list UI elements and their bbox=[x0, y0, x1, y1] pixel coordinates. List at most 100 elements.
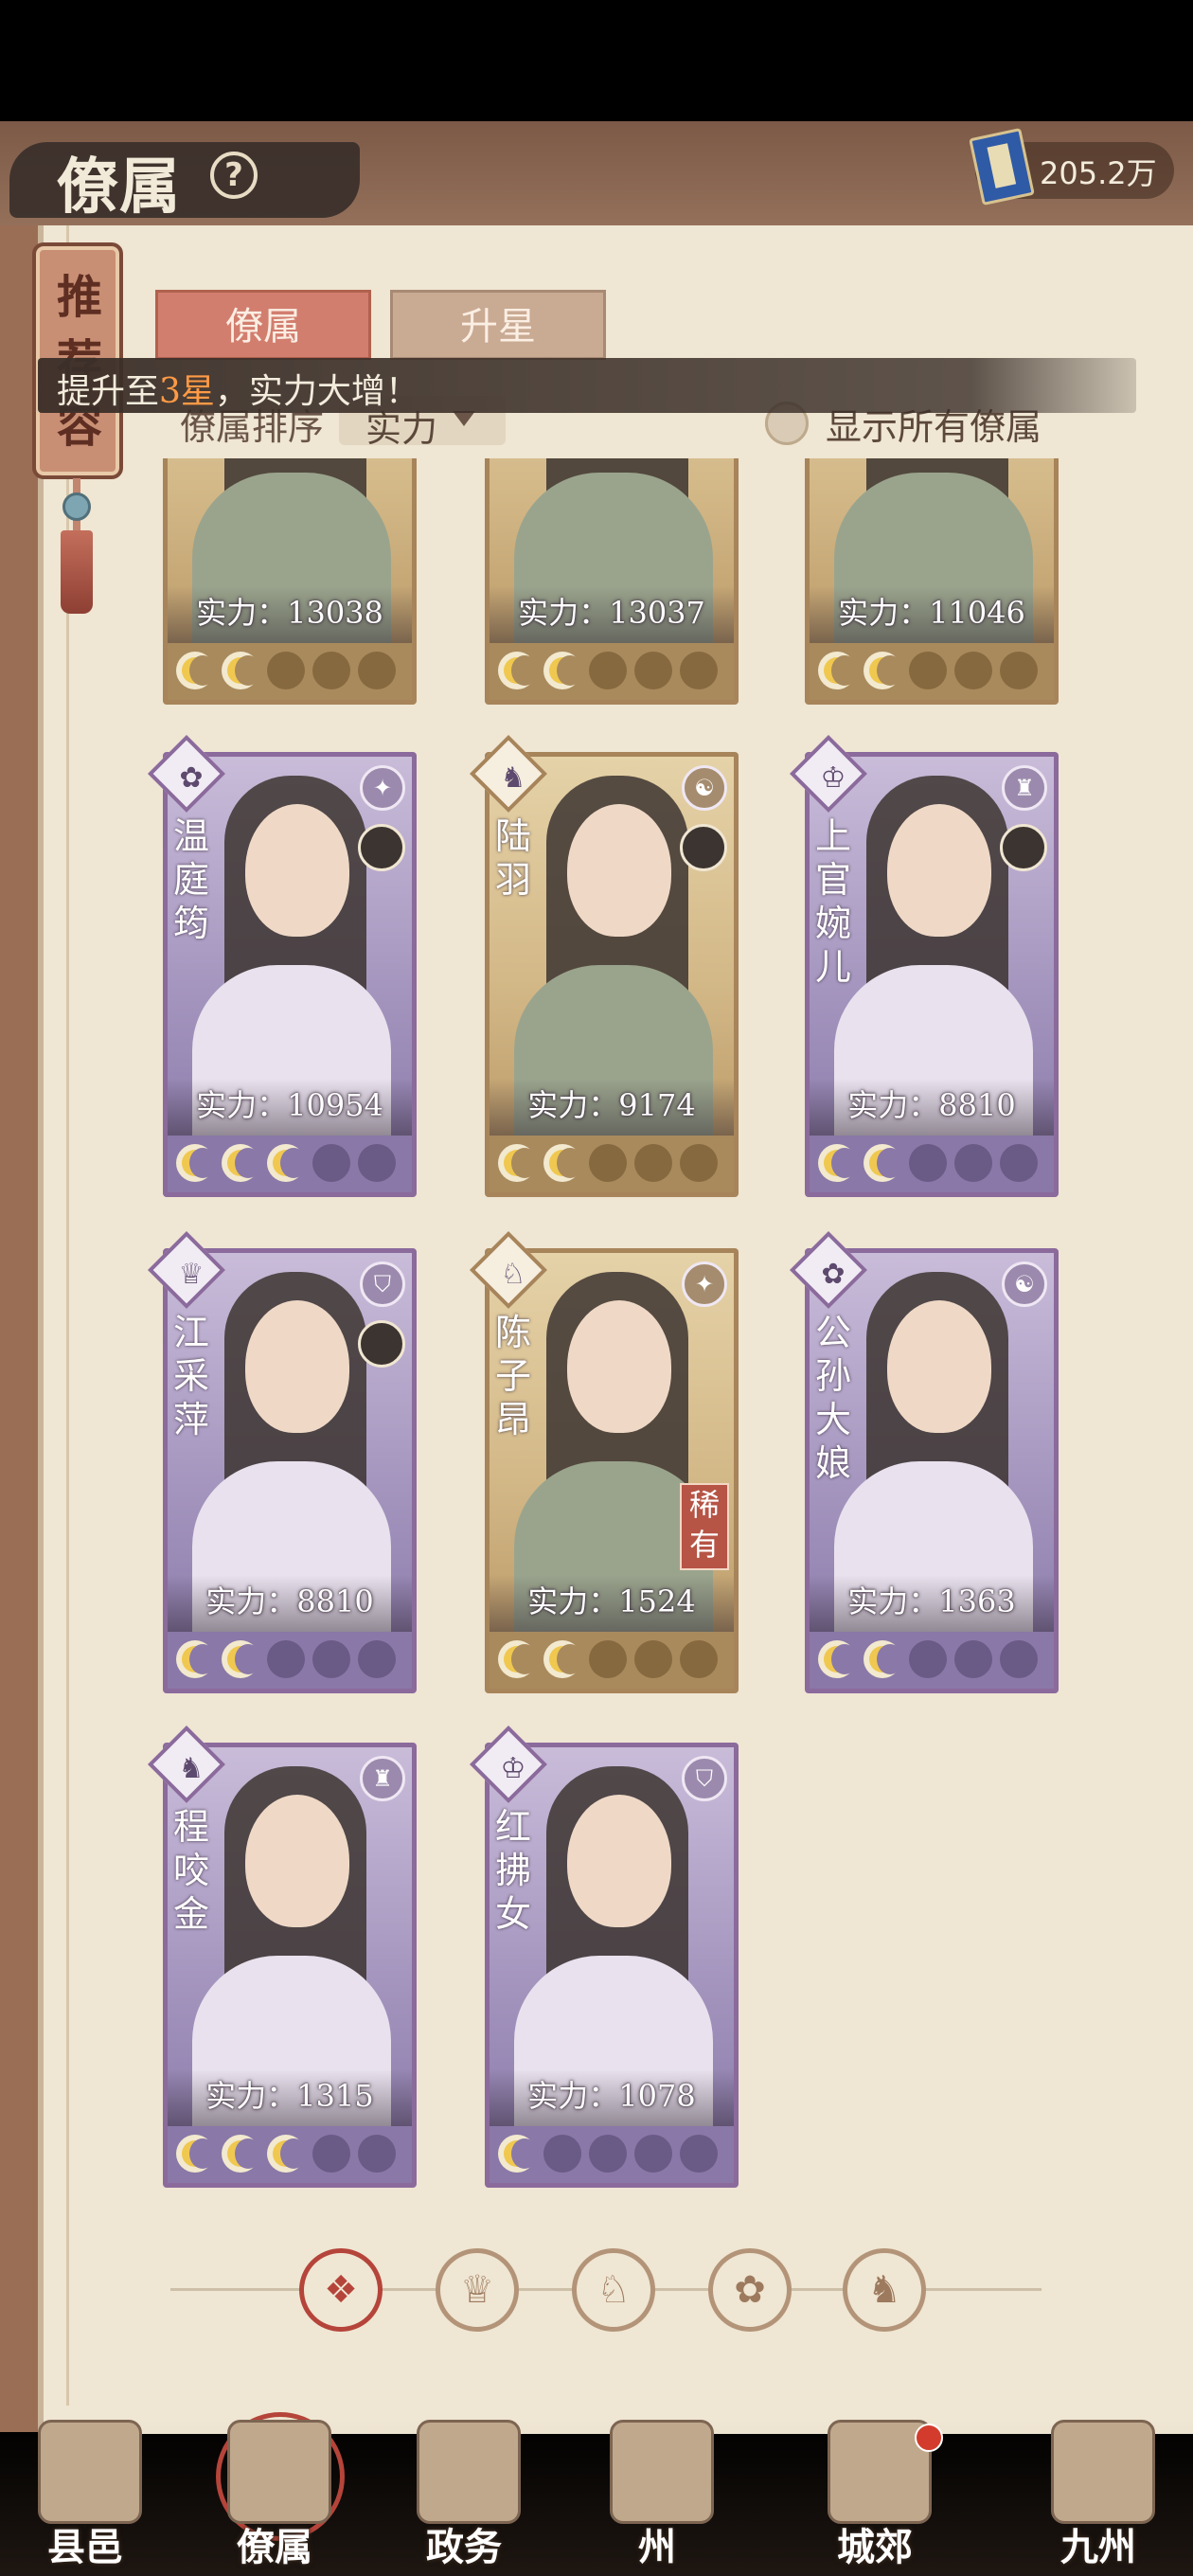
moon-star-empty-icon bbox=[634, 1144, 672, 1182]
nav-suburbs[interactable]: 城郊 bbox=[790, 2420, 960, 2576]
moon-star-empty-icon bbox=[358, 1144, 396, 1182]
moon-star-filled-icon bbox=[818, 652, 858, 689]
tab-star-up[interactable]: 升星 bbox=[390, 290, 606, 360]
subordinate-card[interactable]: 实力：13038 bbox=[163, 458, 417, 705]
faction-icon: ♔ bbox=[820, 761, 846, 795]
moon-star-empty-icon bbox=[1000, 652, 1038, 689]
subordinate-card[interactable]: 实力：10954 ✿ ✦ 温庭筠 bbox=[147, 734, 417, 1197]
faction-icon: ♔ bbox=[500, 1752, 526, 1785]
moon-star-empty-icon bbox=[680, 2135, 718, 2173]
companion-avatar bbox=[1000, 824, 1047, 871]
card-power: 实力：11046 bbox=[838, 595, 1025, 631]
moon-star-empty-icon bbox=[589, 652, 627, 689]
specialty-icon: ⛉ bbox=[360, 1261, 405, 1307]
card-name: 公孙大娘 bbox=[814, 1312, 851, 1484]
moon-star-filled-icon bbox=[543, 652, 583, 689]
filter-faction-1[interactable]: ♕ bbox=[436, 2248, 519, 2332]
moon-star-empty-icon bbox=[543, 2135, 581, 2173]
moon-star-empty-icon bbox=[358, 652, 396, 689]
nav-label: 城郊 bbox=[837, 2525, 913, 2569]
subordinate-card[interactable]: 实力：8810 ♕ ⛉ 江采萍 bbox=[147, 1230, 417, 1693]
moon-star-filled-icon bbox=[176, 2135, 216, 2173]
moon-star-empty-icon bbox=[680, 1144, 718, 1182]
moon-star-empty-icon bbox=[1000, 1144, 1038, 1182]
moon-star-empty-icon bbox=[589, 1144, 627, 1182]
moon-star-empty-icon bbox=[589, 1640, 627, 1678]
nav-nine-provinces[interactable]: 九州 bbox=[1013, 2420, 1184, 2576]
companion-avatar bbox=[680, 824, 727, 871]
filter-all-icon: ❖ bbox=[324, 2268, 358, 2312]
companion-avatar bbox=[358, 824, 405, 871]
subordinate-card[interactable]: 实力：1363 ✿ ☯ 公孙大娘 bbox=[789, 1230, 1059, 1693]
filter-faction-4[interactable]: ♞ bbox=[843, 2248, 926, 2332]
moon-star-empty-icon bbox=[358, 2135, 396, 2173]
moon-star-filled-icon bbox=[864, 1144, 903, 1182]
faction-icon: ✿ bbox=[821, 1258, 846, 1291]
subordinate-card[interactable]: 实力：9174 ♞ ☯ 陆羽 bbox=[469, 734, 739, 1197]
moon-star-filled-icon bbox=[267, 2135, 307, 2173]
moon-star-filled-icon bbox=[543, 1640, 583, 1678]
moon-star-filled-icon bbox=[498, 2135, 538, 2173]
filter-faction-2-icon: ♘ bbox=[596, 2268, 631, 2312]
moon-star-filled-icon bbox=[498, 652, 538, 689]
nav-province-icon bbox=[610, 2420, 714, 2524]
moon-star-filled-icon bbox=[222, 1144, 261, 1182]
hint-text: 提升至3星，实力大增！ bbox=[57, 364, 419, 413]
star-row bbox=[498, 652, 725, 693]
moon-star-empty-icon bbox=[680, 652, 718, 689]
star-row bbox=[498, 1144, 725, 1186]
hint-suffix: ，实力大增！ bbox=[214, 372, 419, 411]
moon-star-empty-icon bbox=[634, 1640, 672, 1678]
moon-star-filled-icon bbox=[267, 1144, 307, 1182]
moon-star-empty-icon bbox=[909, 652, 947, 689]
star-row bbox=[176, 1640, 403, 1682]
card-name: 陆羽 bbox=[494, 815, 531, 901]
help-icon[interactable]: ? bbox=[210, 152, 258, 199]
hint-highlight: 3星 bbox=[159, 372, 215, 411]
nav-county[interactable]: 县邑 bbox=[0, 2420, 170, 2576]
subordinate-card[interactable]: 实力：11046 bbox=[805, 458, 1059, 705]
star-row bbox=[498, 2135, 725, 2176]
subordinate-card[interactable]: 实力：1315 ♞ ♜ 程咬金 bbox=[147, 1725, 417, 2188]
specialty-icon: ☯ bbox=[1002, 1261, 1047, 1307]
filter-all[interactable]: ❖ bbox=[299, 2248, 383, 2332]
subordinate-card[interactable]: 实力：8810 ♔ ♜ 上官婉儿 bbox=[789, 734, 1059, 1197]
moon-star-filled-icon bbox=[818, 1640, 858, 1678]
star-row bbox=[176, 2135, 403, 2176]
nav-label: 九州 bbox=[1060, 2525, 1136, 2569]
companion-avatar bbox=[358, 1320, 405, 1368]
nav-affairs[interactable]: 政务 bbox=[379, 2420, 549, 2576]
card-name: 江采萍 bbox=[172, 1312, 209, 1440]
nav-province[interactable]: 州 bbox=[572, 2420, 742, 2576]
moon-star-filled-icon bbox=[176, 652, 216, 689]
specialty-icon: ✦ bbox=[360, 765, 405, 811]
subordinate-card[interactable]: 实力：1078 ♔ ⛉ 红拂女 bbox=[469, 1725, 739, 2188]
nav-nine-provinces-icon bbox=[1051, 2420, 1155, 2524]
moon-star-empty-icon bbox=[267, 652, 305, 689]
card-power: 实力：8810 bbox=[205, 1583, 374, 1619]
tab-subordinates[interactable]: 僚属 bbox=[155, 290, 371, 360]
moon-star-empty-icon bbox=[954, 1144, 992, 1182]
moon-star-filled-icon bbox=[222, 652, 261, 689]
specialty-icon: ✦ bbox=[682, 1261, 727, 1307]
specialty-icon: ♜ bbox=[1002, 765, 1047, 811]
page-title: 僚属 bbox=[57, 152, 182, 223]
card-power: 实力：1078 bbox=[527, 2078, 696, 2114]
filter-faction-1-icon: ♕ bbox=[460, 2268, 494, 2312]
faction-icon: ✿ bbox=[179, 761, 204, 795]
card-name: 温庭筠 bbox=[172, 815, 209, 944]
star-row bbox=[818, 1144, 1045, 1186]
card-power: 实力：9174 bbox=[527, 1087, 696, 1123]
subordinate-card[interactable]: 实力：13037 bbox=[485, 458, 739, 705]
moon-star-empty-icon bbox=[358, 1640, 396, 1678]
chevron-down-icon bbox=[453, 411, 475, 426]
nav-subordinates-icon bbox=[227, 2420, 331, 2524]
moon-star-filled-icon bbox=[818, 1144, 858, 1182]
star-row bbox=[818, 1640, 1045, 1682]
filter-faction-3[interactable]: ✿ bbox=[708, 2248, 792, 2332]
nav-subordinates[interactable]: 僚属 bbox=[189, 2412, 360, 2576]
star-row bbox=[176, 652, 403, 693]
subordinate-card[interactable]: 实力：1524 ♘ ✦ 陈子昂 稀有 bbox=[469, 1230, 739, 1693]
filter-faction-2[interactable]: ♘ bbox=[572, 2248, 655, 2332]
moon-star-filled-icon bbox=[176, 1144, 216, 1182]
